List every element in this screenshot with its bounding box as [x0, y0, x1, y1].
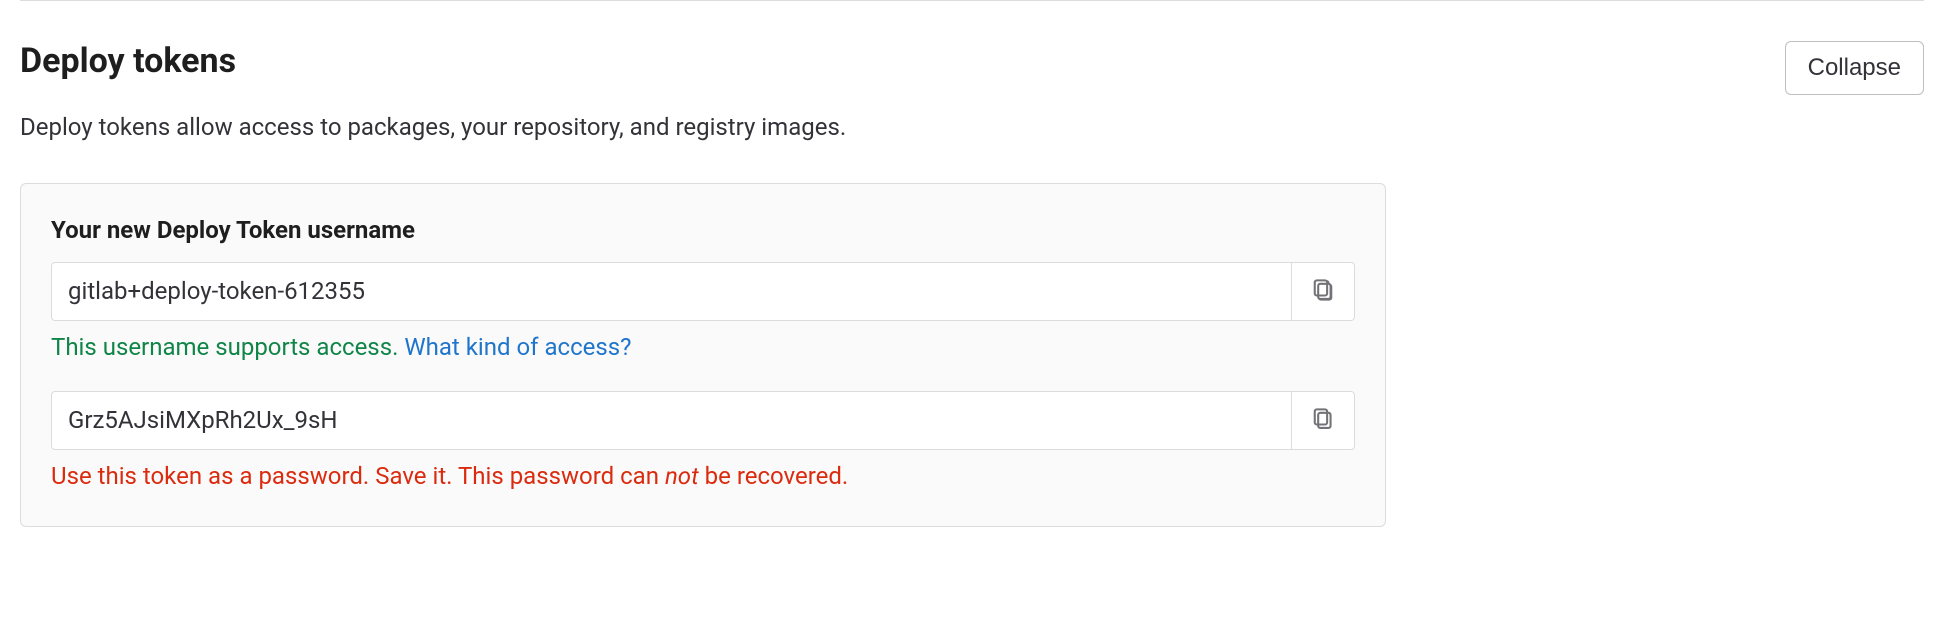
deploy-token-username-input[interactable] [51, 262, 1291, 321]
token-username-label: Your new Deploy Token username [51, 216, 1355, 244]
username-helper-text: This username supports access. What kind… [51, 333, 1355, 361]
copy-token-button[interactable] [1291, 391, 1355, 450]
username-helper-message: This username supports access. [51, 333, 398, 361]
token-helper-text: Use this token as a password. Save it. T… [51, 462, 1355, 490]
username-input-group [51, 262, 1355, 321]
deploy-token-password-input[interactable] [51, 391, 1291, 450]
what-kind-of-access-link[interactable]: What kind of access? [404, 333, 631, 361]
token-helper-pre: Use this token as a password. Save it. T… [51, 462, 665, 490]
token-input-group [51, 391, 1355, 450]
collapse-button[interactable]: Collapse [1785, 41, 1924, 95]
token-helper-em: not [665, 462, 699, 490]
section-title: Deploy tokens [20, 41, 236, 82]
clipboard-icon [1312, 408, 1334, 433]
new-deploy-token-card: Your new Deploy Token username This us [20, 183, 1386, 527]
copy-username-button[interactable] [1291, 262, 1355, 321]
section-divider [20, 0, 1924, 1]
section-description: Deploy tokens allow access to packages, … [20, 113, 1924, 141]
clipboard-icon [1312, 279, 1334, 304]
token-helper-post: be recovered. [699, 462, 849, 490]
section-header: Deploy tokens Collapse [20, 41, 1924, 95]
